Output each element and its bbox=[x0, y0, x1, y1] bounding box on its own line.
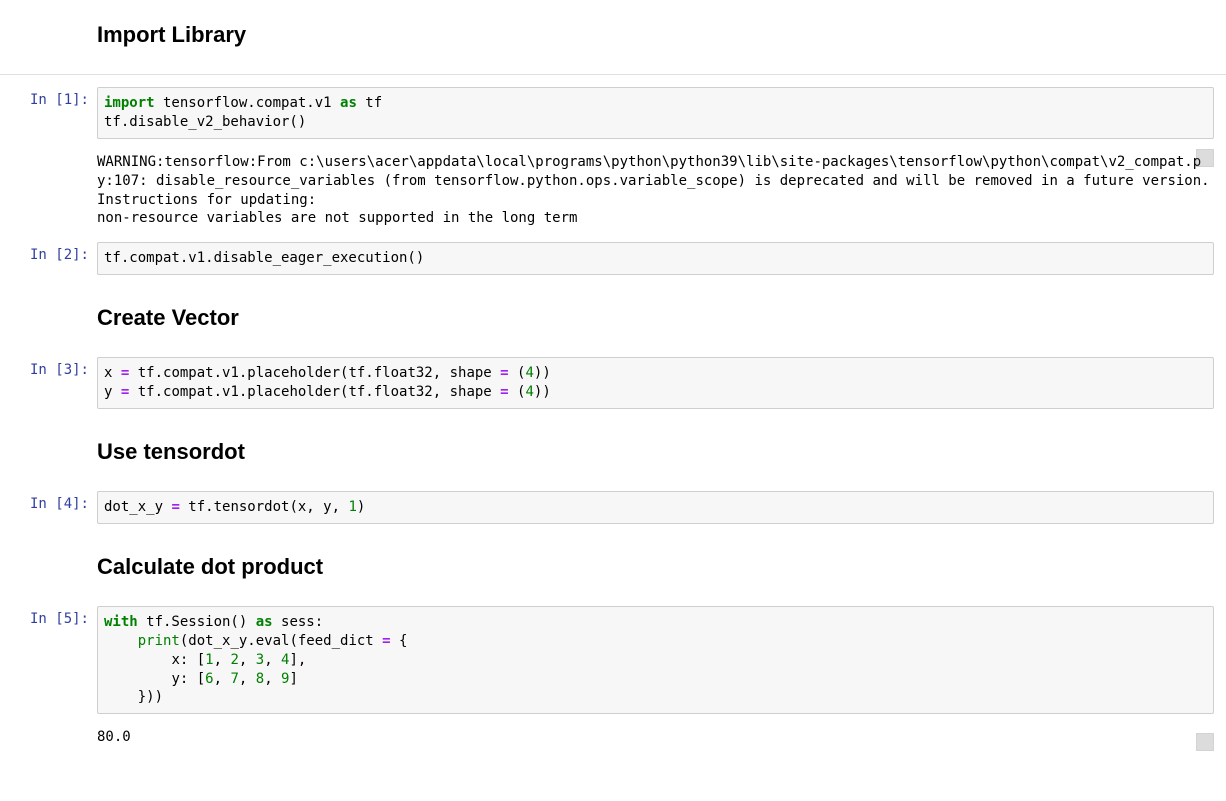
code-input[interactable]: x = tf.compat.v1.placeholder(tf.float32,… bbox=[97, 357, 1214, 409]
code-cell-1[interactable]: In [1]: import tensorflow.compat.v1 as t… bbox=[0, 87, 1226, 139]
prompt-empty: In [ ]: bbox=[0, 0, 97, 27]
heading-create-vector: Create Vector bbox=[97, 305, 1214, 331]
markdown-cell: In [ ]: Import Library bbox=[0, 0, 1226, 66]
output-cell-5: . 80.0 bbox=[0, 722, 1226, 753]
divider bbox=[0, 74, 1226, 75]
scroll-handle-icon[interactable] bbox=[1196, 149, 1214, 167]
prompt-empty: . bbox=[0, 417, 97, 444]
code-input[interactable]: import tensorflow.compat.v1 as tf tf.dis… bbox=[97, 87, 1214, 139]
heading-calc-dot-product: Calculate dot product bbox=[97, 554, 1214, 580]
heading-import-library: Import Library bbox=[97, 22, 1214, 48]
prompt-empty: . bbox=[0, 532, 97, 559]
prompt-empty: . bbox=[0, 722, 97, 749]
stdout-text: 80.0 bbox=[97, 722, 1214, 753]
code-input[interactable]: with tf.Session() as sess: print(dot_x_y… bbox=[97, 606, 1214, 714]
heading-use-tensordot: Use tensordot bbox=[97, 439, 1214, 465]
input-prompt: In [5]: bbox=[0, 606, 97, 633]
input-prompt: In [1]: bbox=[0, 87, 97, 114]
input-prompt: In [2]: bbox=[0, 242, 97, 269]
markdown-cell: . Use tensordot bbox=[0, 417, 1226, 483]
code-input[interactable]: dot_x_y = tf.tensordot(x, y, 1) bbox=[97, 491, 1214, 524]
code-cell-2[interactable]: In [2]: tf.compat.v1.disable_eager_execu… bbox=[0, 242, 1226, 275]
code-cell-5[interactable]: In [5]: with tf.Session() as sess: print… bbox=[0, 606, 1226, 714]
code-cell-3[interactable]: In [3]: x = tf.compat.v1.placeholder(tf.… bbox=[0, 357, 1226, 409]
output-cell-1: . WARNING:tensorflow:From c:\users\acer\… bbox=[0, 147, 1226, 235]
prompt-empty: . bbox=[0, 283, 97, 310]
input-prompt: In [4]: bbox=[0, 491, 97, 518]
markdown-cell: . Create Vector bbox=[0, 283, 1226, 349]
stdout-text: WARNING:tensorflow:From c:\users\acer\ap… bbox=[97, 147, 1214, 235]
code-input[interactable]: tf.compat.v1.disable_eager_execution() bbox=[97, 242, 1214, 275]
scroll-handle-icon[interactable] bbox=[1196, 733, 1214, 751]
prompt-empty: . bbox=[0, 147, 97, 174]
notebook: In [ ]: Import Library In [1]: import te… bbox=[0, 0, 1226, 753]
input-prompt: In [3]: bbox=[0, 357, 97, 384]
markdown-cell: . Calculate dot product bbox=[0, 532, 1226, 598]
code-cell-4[interactable]: In [4]: dot_x_y = tf.tensordot(x, y, 1) bbox=[0, 491, 1226, 524]
